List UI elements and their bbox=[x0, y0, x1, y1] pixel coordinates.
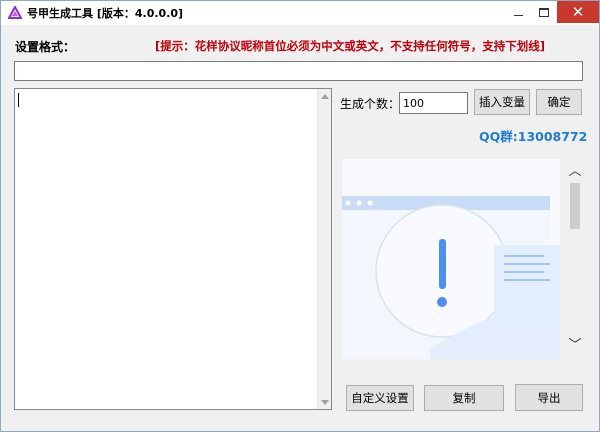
format-hint: [提示：花样协议昵称首位必须为中文或英文，不支持任何符号，支持下划线] bbox=[155, 39, 546, 53]
custom-settings-button[interactable]: 自定义设置 bbox=[346, 385, 414, 411]
title-bar[interactable]: 号甲生成工具 [版本：4.0.0.0] ✕ bbox=[1, 1, 599, 25]
warning-illustration-icon bbox=[342, 196, 560, 359]
close-button[interactable]: ✕ bbox=[557, 1, 599, 23]
count-input[interactable] bbox=[399, 92, 468, 114]
illustration-scrollbar[interactable]: ︿ ﹀ bbox=[564, 159, 586, 359]
confirm-button[interactable]: 确定 bbox=[536, 89, 582, 115]
count-label: 生成个数： bbox=[340, 97, 401, 111]
insert-variable-button[interactable]: 插入变量 bbox=[474, 89, 530, 115]
app-window: 号甲生成工具 [版本：4.0.0.0] ✕ 设置格式： [提示：花样协议昵称首位… bbox=[0, 0, 600, 432]
format-input[interactable] bbox=[14, 61, 583, 81]
maximize-icon bbox=[539, 7, 549, 17]
qq-group-text: QQ群:13008772 bbox=[479, 129, 588, 144]
output-scrollbar[interactable] bbox=[317, 89, 331, 409]
empty-state-illustration bbox=[342, 159, 560, 359]
text-caret bbox=[18, 93, 19, 107]
export-button[interactable]: 导出 bbox=[515, 384, 583, 411]
app-logo-icon bbox=[8, 6, 22, 19]
window-title: 号甲生成工具 [版本：4.0.0.0] bbox=[27, 7, 184, 20]
scroll-thumb[interactable] bbox=[570, 183, 580, 229]
copy-button[interactable]: 复制 bbox=[424, 385, 504, 411]
scroll-up-button[interactable] bbox=[318, 89, 332, 103]
format-label: 设置格式： bbox=[15, 40, 76, 54]
maximize-button[interactable] bbox=[531, 1, 557, 23]
chevron-down-icon[interactable]: ﹀ bbox=[568, 339, 582, 353]
scroll-down-button[interactable] bbox=[318, 395, 332, 409]
minimize-button[interactable] bbox=[505, 1, 531, 23]
output-textarea[interactable] bbox=[14, 88, 332, 410]
arrow-down-icon bbox=[321, 399, 329, 405]
chevron-up-icon[interactable]: ︿ bbox=[568, 165, 582, 179]
minimize-icon bbox=[513, 14, 523, 16]
close-icon: ✕ bbox=[571, 2, 585, 21]
arrow-up-icon bbox=[321, 93, 329, 99]
